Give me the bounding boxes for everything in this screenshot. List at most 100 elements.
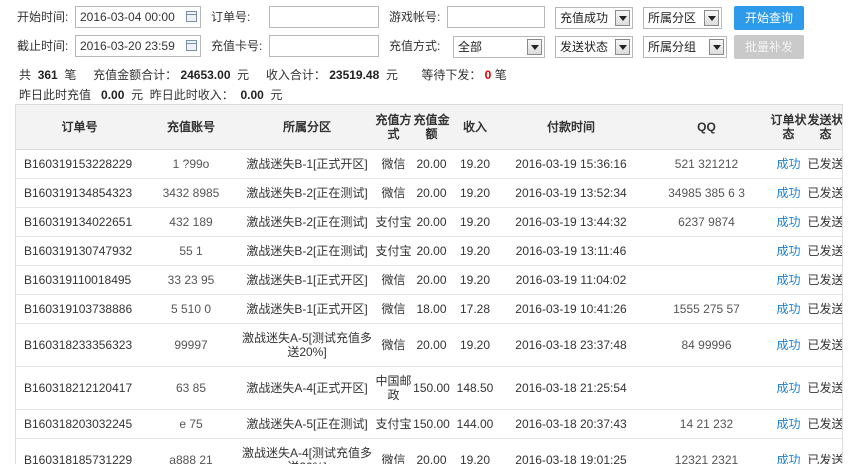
account-cell: 5 510 0 [143,294,239,324]
order-status-link[interactable]: 成功 [776,381,800,395]
col-header-send-status[interactable]: 发送状态 [807,105,842,150]
batch-resend-button[interactable]: 批量补发 [734,35,804,59]
yesterday-income-unit: 元 [270,88,283,102]
qq-cell [643,236,770,266]
orders-table: 订单号 充值账号 所属分区 充值方式 充值金额 收入 付款时间 QQ 订单状态 … [16,105,842,464]
pay-time-cell: 2016-03-18 21:25:54 [499,366,643,410]
order-status-link[interactable]: 成功 [776,157,800,171]
order-status-cell: 成功 [770,265,807,295]
order-no-cell: B160318233356323 [16,323,143,367]
card-no-input[interactable] [269,35,379,57]
qq-cell: 6237 9874 [643,207,770,237]
order-no-label: 订单号: [211,10,251,24]
amount-cell: 20.00 [412,207,451,237]
col-header-income[interactable]: 收入 [451,105,499,150]
total-prefix: 共 [19,68,32,82]
col-header-order-no[interactable]: 订单号 [16,105,143,150]
table-row[interactable]: B160318212120417 63 85 激战迷失A-4[正式开区] 中国邮政 15… [16,366,842,410]
order-status-link[interactable]: 成功 [776,302,800,316]
income-cell: 144.00 [451,409,499,439]
col-header-account[interactable]: 充值账号 [143,105,239,150]
yesterday-income-value: 0.00 [240,88,264,102]
income-cell: 148.50 [451,366,499,410]
pay-time-cell: 2016-03-18 19:01:25 [499,438,643,464]
table-row[interactable]: B160319134854323 3432 8985 激战迷失B-2[正在测试] 微信… [16,178,842,208]
qq-cell: 34985 385 6 3 [643,178,770,208]
qq-cell: 521 321212 [643,149,770,179]
zone-cell: 激战迷失B-2[正在测试] [239,178,375,208]
status-select[interactable]: 充值成功 [555,7,633,29]
amount-cell: 150.00 [412,409,451,439]
income-cell: 19.20 [451,178,499,208]
table-row[interactable]: B160318203032245 e 75 激战迷失A-5[正在测试] 支付宝 150.… [16,409,842,439]
order-status-link[interactable]: 成功 [776,244,800,258]
order-status-link[interactable]: 成功 [776,273,800,287]
chevron-down-icon [527,39,542,55]
send-status-cell: 已发送 [807,265,842,295]
pay-time-cell: 2016-03-19 13:52:34 [499,178,643,208]
qq-cell: 14 21 232 [643,409,770,439]
col-header-pay-time[interactable]: 付款时间 [499,105,643,150]
calendar-icon[interactable] [186,40,197,51]
table-row[interactable]: B160319110018495 33 23 95 激战迷失B-1[正式开区] 微信 2… [16,265,842,295]
group-select[interactable]: 所属分组 [643,36,727,58]
account-cell: 99997 [143,323,239,367]
table-row[interactable]: B160319134022651 432 189 激战迷失B-2[正在测试] 支付宝 2… [16,207,842,237]
order-no-cell: B160319110018495 [16,265,143,295]
calendar-icon[interactable] [186,11,197,22]
table-row[interactable]: B160319103738886 5 510 0 激战迷失B-1[正式开区] 微信 18… [16,294,842,324]
yesterday-recharge-label: 昨日此时充值 [19,88,92,102]
pay-time-cell: 2016-03-18 23:37:48 [499,323,643,367]
order-status-link[interactable]: 成功 [776,453,800,464]
start-time-value: 2016-03-04 00:00 [80,10,175,24]
order-status-cell: 成功 [770,294,807,324]
order-status-link[interactable]: 成功 [776,417,800,431]
pending-value: 0 [484,68,492,82]
yesterday-recharge-unit: 元 [131,88,144,102]
order-no-cell: B160318203032245 [16,409,143,439]
pay-time-cell: 2016-03-19 15:36:16 [499,149,643,179]
order-no-cell: B160319134854323 [16,178,143,208]
end-time-label: 截止时间: [17,39,69,53]
send-status-select[interactable]: 发送状态 [555,36,633,58]
order-status-link[interactable]: 成功 [776,338,800,352]
table-row[interactable]: B160319153228229 1 ?99o 激战迷失B-1[正式开区] 微信 20.… [16,149,842,179]
account-cell: 63 85 [143,366,239,410]
account-cell: 1 ?99o [143,149,239,179]
table-row[interactable]: B160319130747932 55 1 激战迷失B-2[正在测试] 支付宝 20.0… [16,236,842,266]
income-value: 23519.48 [329,68,380,82]
zone-cell: 激战迷失A-4[正式开区] [239,366,375,410]
zone-cell: 激战迷失A-5[测试充值多送20%] [239,323,375,367]
col-header-amount[interactable]: 充值金额 [412,105,451,150]
table-row[interactable]: B160318233356323 99997 激战迷失A-5[测试充值多送20%] 微… [16,323,842,367]
send-status-cell: 已发送 [807,149,842,179]
pay-time-cell: 2016-03-19 10:41:26 [499,294,643,324]
col-header-zone[interactable]: 所属分区 [239,105,375,150]
game-account-input[interactable] [447,6,545,28]
start-time-input[interactable]: 2016-03-04 00:00 [75,6,201,28]
zone-select[interactable]: 所属分区 [643,7,722,29]
income-cell: 19.20 [451,236,499,266]
zone-select-value: 所属分区 [648,11,697,25]
send-status-cell: 已发送 [807,323,842,367]
end-time-input[interactable]: 2016-03-20 23:59 [75,35,201,57]
qq-cell: 1555 275 57 [643,294,770,324]
search-button[interactable]: 开始查询 [734,6,804,30]
table-row[interactable]: B160318185731229a888 21激战迷失A-4[测试充值多送20%… [16,438,842,464]
send-status-cell: 已发送 [807,178,842,208]
zone-cell: 激战迷失B-2[正在测试] [239,207,375,237]
order-status-link[interactable]: 成功 [776,215,800,229]
col-header-pay-method[interactable]: 充值方式 [375,105,412,150]
pay-method-select[interactable]: 全部 [453,36,545,58]
order-status-link[interactable]: 成功 [776,186,800,200]
col-header-qq[interactable]: QQ [643,105,770,150]
zone-cell: 激战迷失B-2[正在测试] [239,236,375,266]
zone-cell: 激战迷失B-1[正式开区] [239,294,375,324]
order-no-input[interactable] [269,6,379,28]
col-header-order-status[interactable]: 订单状态 [770,105,807,150]
income-unit: 元 [385,68,398,82]
account-cell: 33 23 95 [143,265,239,295]
amount-cell: 20.00 [412,178,451,208]
amount-cell: 18.00 [412,294,451,324]
send-status-cell: 已发送 [807,409,842,439]
